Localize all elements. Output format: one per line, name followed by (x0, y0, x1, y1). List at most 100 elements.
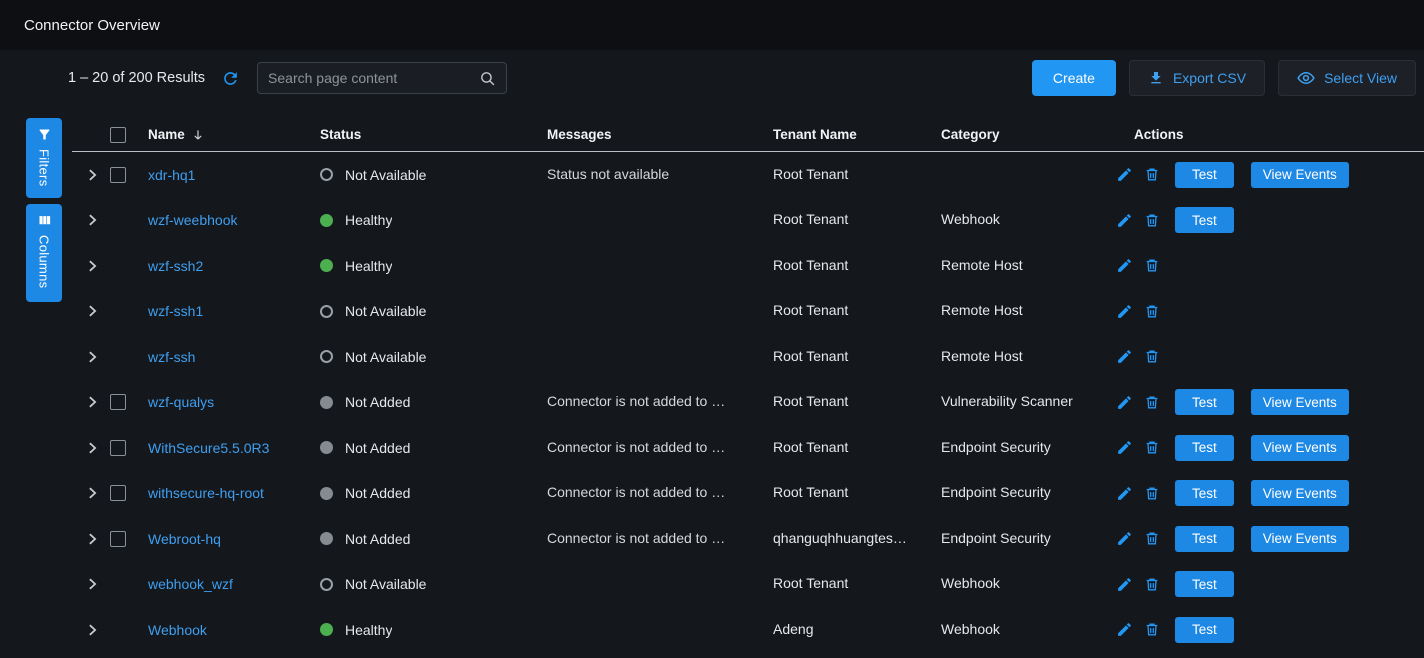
row-checkbox[interactable] (110, 394, 126, 410)
status-label: Healthy (345, 212, 392, 228)
connector-name-link[interactable]: xdr-hq1 (148, 167, 195, 183)
expand-row-chevron-right-icon[interactable] (86, 168, 99, 182)
expand-row-chevron-right-icon[interactable] (86, 213, 99, 227)
toolbar: 1 – 20 of 200 Results Create Export CSV (0, 60, 1424, 96)
table-row: xdr-hq1 Not Available Status not availab… (72, 152, 1424, 198)
test-button[interactable]: Test (1175, 526, 1234, 552)
edit-button[interactable] (1116, 303, 1133, 320)
export-csv-button[interactable]: Export CSV (1129, 60, 1265, 96)
category-cell: Endpoint Security (941, 439, 1051, 455)
test-button[interactable]: Test (1175, 389, 1234, 415)
header-name[interactable]: Name (140, 127, 320, 142)
table-row: webhook_wzf Not Available Root Tenant We… (72, 562, 1424, 608)
delete-button[interactable] (1144, 212, 1160, 229)
filters-tab-label: Filters (37, 149, 52, 187)
view-events-button[interactable]: View Events (1251, 526, 1349, 552)
delete-button[interactable] (1144, 303, 1160, 320)
expand-row-chevron-right-icon[interactable] (86, 395, 99, 409)
select-all-checkbox[interactable] (110, 127, 126, 143)
view-events-button[interactable]: View Events (1251, 389, 1349, 415)
delete-button[interactable] (1144, 439, 1160, 456)
sidebar-tab-filters[interactable]: Filters (26, 118, 62, 198)
tenant-cell: Adeng (773, 621, 813, 637)
edit-pencil-icon (1116, 166, 1133, 183)
expand-row-chevron-right-icon[interactable] (86, 259, 99, 273)
edit-button[interactable] (1116, 394, 1133, 411)
edit-button[interactable] (1116, 576, 1133, 593)
tenant-cell: Root Tenant (773, 439, 848, 455)
connector-name-link[interactable]: wzf-ssh (148, 349, 195, 365)
delete-button[interactable] (1144, 348, 1160, 365)
connector-name-link[interactable]: wzf-weebhook (148, 212, 238, 228)
status-icon (320, 396, 333, 409)
download-icon (1148, 70, 1164, 86)
expand-row-chevron-right-icon[interactable] (86, 532, 99, 546)
table-row: wzf-ssh1 Not Available Root Tenant Remot… (72, 289, 1424, 335)
delete-button[interactable] (1144, 530, 1160, 547)
edit-button[interactable] (1116, 212, 1133, 229)
connector-name-link[interactable]: wzf-qualys (148, 394, 214, 410)
table-row: wzf-ssh2 Healthy Root Tenant Remote Host (72, 243, 1424, 289)
connector-name-link[interactable]: Webhook (148, 622, 207, 638)
edit-button[interactable] (1116, 485, 1133, 502)
delete-button[interactable] (1144, 621, 1160, 638)
expand-row-chevron-right-icon[interactable] (86, 441, 99, 455)
expand-row-chevron-right-icon[interactable] (86, 304, 99, 318)
edit-button[interactable] (1116, 348, 1133, 365)
trash-icon (1144, 348, 1160, 365)
edit-button[interactable] (1116, 621, 1133, 638)
expand-row-chevron-right-icon[interactable] (86, 577, 99, 591)
delete-button[interactable] (1144, 166, 1160, 183)
create-button[interactable]: Create (1032, 60, 1116, 96)
expand-row-chevron-right-icon[interactable] (86, 623, 99, 637)
expand-row-chevron-right-icon[interactable] (86, 350, 99, 364)
connector-name-link[interactable]: webhook_wzf (148, 576, 233, 592)
expand-row-chevron-right-icon[interactable] (86, 486, 99, 500)
header-tenant-name: Tenant Name (773, 127, 857, 142)
test-button[interactable]: Test (1175, 571, 1234, 597)
category-cell: Webhook (941, 211, 1000, 227)
view-events-button[interactable]: View Events (1251, 480, 1349, 506)
test-button[interactable]: Test (1175, 435, 1234, 461)
connectors-table: Name Status Messages Tenant Name Categor… (72, 118, 1424, 653)
connector-name-link[interactable]: Webroot-hq (148, 531, 221, 547)
connector-name-link[interactable]: wzf-ssh1 (148, 303, 203, 319)
status-icon (320, 532, 333, 545)
test-button[interactable]: Test (1175, 162, 1234, 188)
eye-icon (1297, 69, 1315, 87)
row-checkbox[interactable] (110, 167, 126, 183)
connector-name-link[interactable]: withsecure-hq-root (148, 485, 264, 501)
edit-button[interactable] (1116, 166, 1133, 183)
edit-pencil-icon (1116, 257, 1133, 274)
row-checkbox[interactable] (110, 531, 126, 547)
select-view-button[interactable]: Select View (1278, 60, 1416, 96)
test-button[interactable]: Test (1175, 207, 1234, 233)
edit-pencil-icon (1116, 621, 1133, 638)
connector-name-link[interactable]: WithSecure5.5.0R3 (148, 440, 269, 456)
category-cell: Remote Host (941, 257, 1023, 273)
connector-name-link[interactable]: wzf-ssh2 (148, 258, 203, 274)
status-label: Not Added (345, 485, 410, 501)
category-cell: Remote Host (941, 348, 1023, 364)
refresh-button[interactable] (219, 67, 241, 89)
test-button[interactable]: Test (1175, 617, 1234, 643)
row-checkbox[interactable] (110, 440, 126, 456)
view-events-button[interactable]: View Events (1251, 435, 1349, 461)
edit-pencil-icon (1116, 348, 1133, 365)
search-input[interactable] (268, 70, 479, 86)
delete-button[interactable] (1144, 576, 1160, 593)
delete-button[interactable] (1144, 485, 1160, 502)
edit-button[interactable] (1116, 530, 1133, 547)
row-checkbox[interactable] (110, 485, 126, 501)
sidebar-tab-columns[interactable]: Columns (26, 204, 62, 302)
edit-button[interactable] (1116, 257, 1133, 274)
status-label: Not Added (345, 440, 410, 456)
table-row: Webhook Healthy Adeng Webhook (72, 607, 1424, 653)
delete-button[interactable] (1144, 394, 1160, 411)
tenant-cell: Root Tenant (773, 575, 848, 591)
edit-button[interactable] (1116, 439, 1133, 456)
columns-icon (37, 213, 52, 228)
test-button[interactable]: Test (1175, 480, 1234, 506)
delete-button[interactable] (1144, 257, 1160, 274)
view-events-button[interactable]: View Events (1251, 162, 1349, 188)
